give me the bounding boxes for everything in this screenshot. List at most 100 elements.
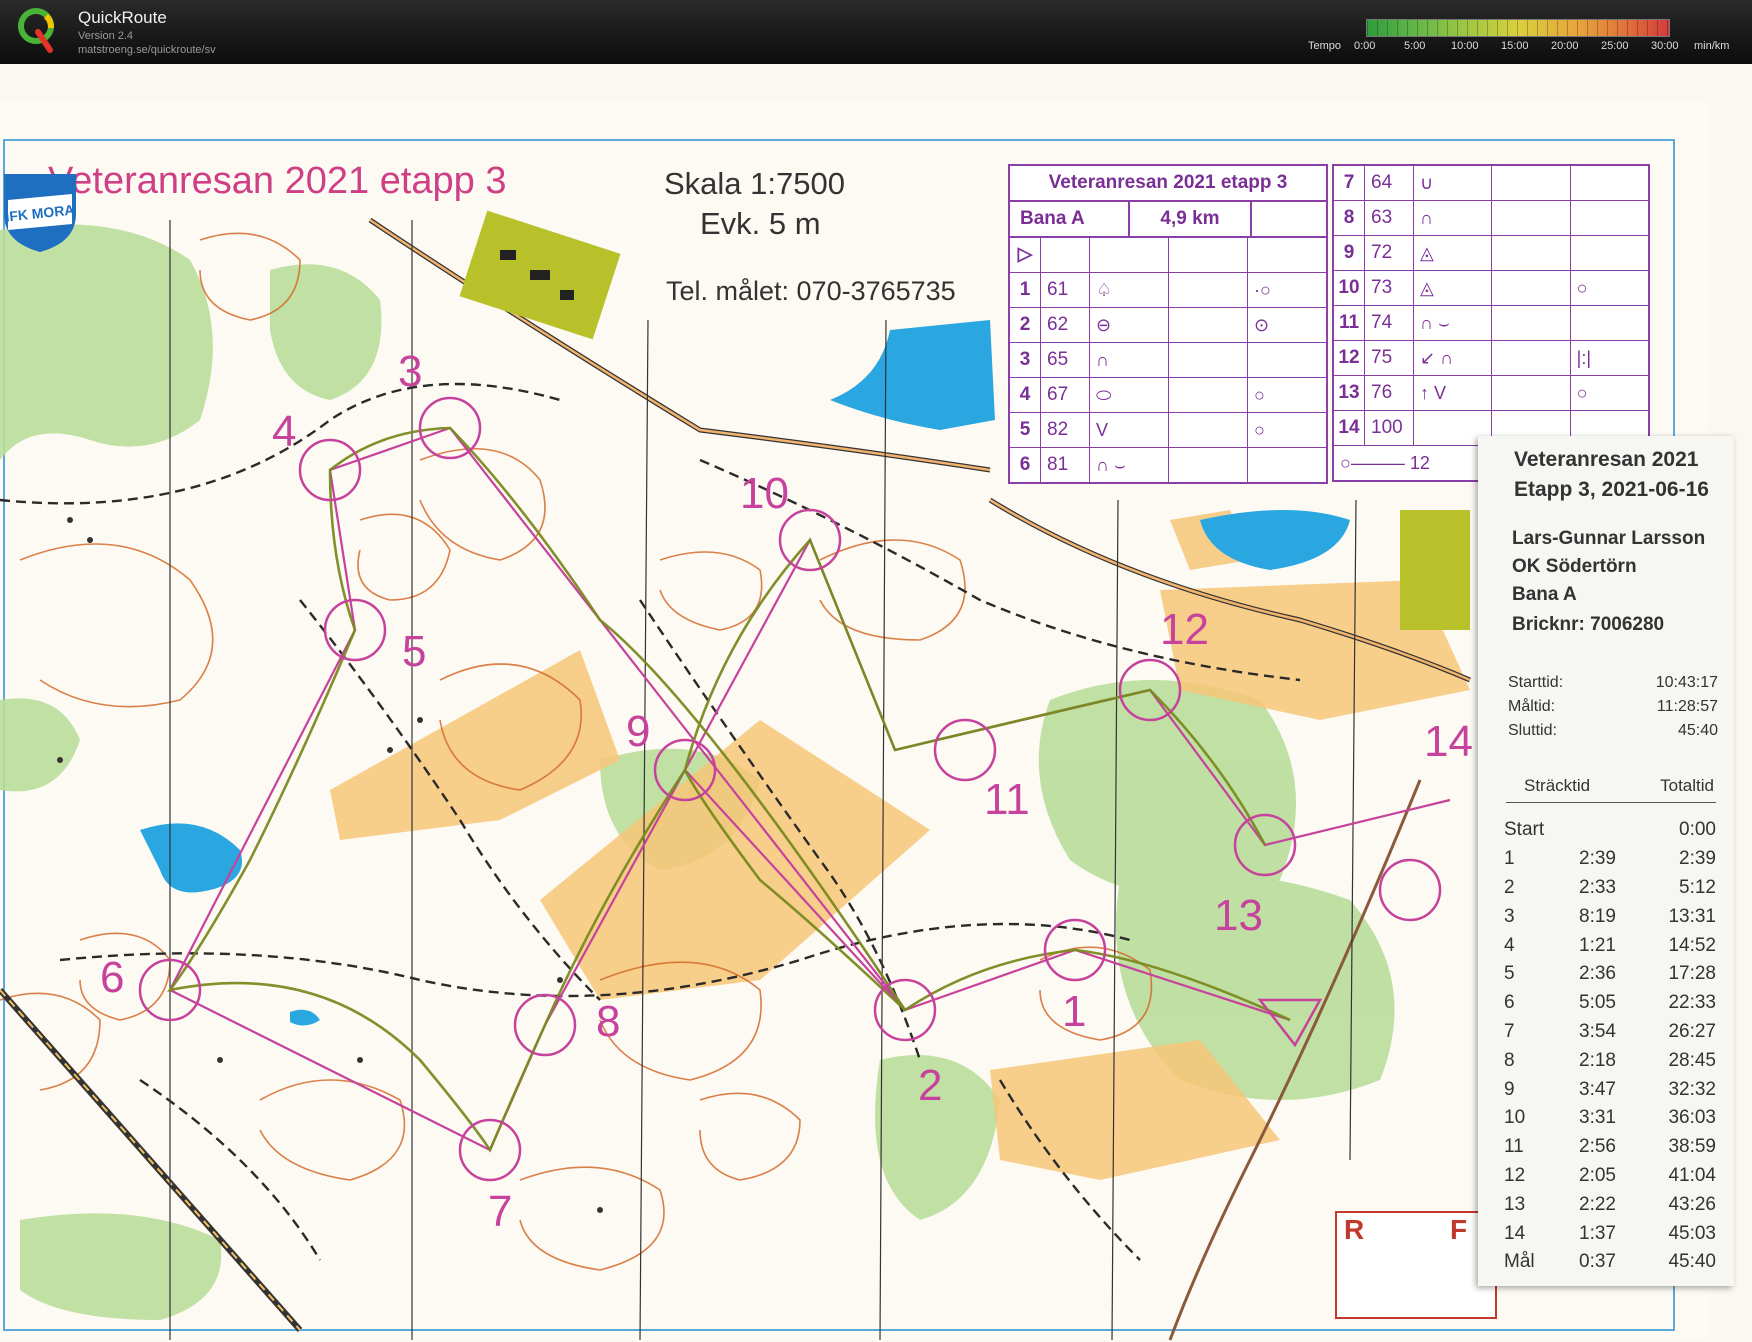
split-ctrl: 13 [1504,1193,1526,1215]
position-symbol-icon: ⊙ [1254,315,1270,335]
description-control-number: 13 [1334,376,1365,410]
position-symbol-icon: |:| [1576,348,1592,368]
split-total: 28:45 [1668,1049,1716,1071]
depression-symbol-icon: V [1090,413,1169,447]
app-title-bar: QuickRoute Version 2.4 matstroeng.se/qui… [0,0,1752,64]
slip-total-header: Totaltid [1660,776,1714,795]
descriptions-row: 11 74 ∩ ⌣ [1334,306,1648,341]
slip-split-list: Start 0:00 1 2:39 2:39 2 2:33 5:12 3 8:19 13:31 4 1:… [1504,816,1716,1277]
split-total: 26:27 [1668,1020,1716,1042]
split-row: 14 1:37 45:03 [1504,1219,1716,1248]
split-ctrl: 5 [1504,963,1515,985]
split-total: 36:03 [1668,1107,1716,1129]
description-control-number: 9 [1334,236,1365,270]
description-control-code: 75 [1365,341,1414,375]
quickroute-logo-icon [18,8,54,53]
split-leg: 2:22 [1579,1193,1616,1215]
map-scale: Skala 1:7500 [664,166,845,201]
control-number: 8 [596,997,621,1046]
description-control-code: 64 [1365,166,1414,200]
split-ctrl: 4 [1504,934,1515,956]
position-symbol-icon: ○ [1254,385,1265,405]
split-total: 0:00 [1679,819,1716,841]
descriptions-row: 10 73 ◬ ○ [1334,271,1648,306]
descriptions-row: 8 63 ∩ [1334,201,1648,236]
position-symbol-icon: ○ [1576,383,1588,403]
orienteering-map[interactable]: Veteranresan 2021 etapp 3 Skala 1:7500 E… [0,64,1752,1342]
split-leg: 3:47 [1579,1078,1616,1100]
description-control-number: 6 [1010,448,1041,482]
split-ctrl: 14 [1504,1222,1526,1244]
boulder-symbol-icon: ◬ [1414,236,1493,270]
split-ctrl: 7 [1504,1020,1515,1042]
split-row: 3 8:19 13:31 [1504,902,1716,931]
slip-result-time: Sluttid: 45:40 [1508,722,1718,740]
slip-column-headers: Sträcktid Totaltid [1524,776,1714,796]
descriptions-row: 9 72 ◬ [1334,236,1648,271]
hill-symbol-icon: ∩ [1414,201,1493,235]
split-total: 43:26 [1668,1193,1716,1215]
description-control-code: 81 [1041,448,1090,482]
boulder-symbol-icon: ⊖ [1090,308,1169,342]
description-control-number: 8 [1334,201,1365,235]
control-descriptions-left: Veteranresan 2021 etapp 3 Bana A 4,9 km … [1008,164,1328,484]
control-descriptions-right: 7 64 ∪ 8 63 ∩ 9 72 ◬ 10 73 ◬ ○ 11 74 ∩ ⌣ … [1332,164,1650,482]
split-total: 38:59 [1668,1136,1716,1158]
description-control-code: 63 [1365,201,1414,235]
split-leg: 0:37 [1579,1251,1616,1273]
slip-course: Bana A [1512,584,1577,605]
split-ctrl: 2 [1504,876,1515,898]
split-total: 22:33 [1668,992,1716,1014]
app-version: Version 2.4 [78,30,134,42]
split-row: 5 2:36 17:28 [1504,960,1716,989]
map-corner-label: F [1450,1214,1468,1245]
description-control-number: 4 [1010,378,1041,412]
descriptions-row: 12 75 ↙ ∩ |:| [1334,341,1648,376]
control-number: 12 [1160,605,1209,654]
split-total: 13:31 [1668,905,1716,927]
description-control-number: 1 [1010,273,1041,307]
descriptions-row: 3 65 ∩ [1010,343,1326,378]
map-corner-label: R [1344,1214,1365,1245]
slip-chip-number: Bricknr: 7006280 [1512,614,1665,635]
description-control-code: 72 [1365,236,1414,270]
position-symbol-icon: ○ [1254,420,1265,440]
tempo-tick: 30:00 [1651,40,1679,52]
split-ctrl: 9 [1504,1078,1515,1100]
app-name: QuickRoute [78,8,167,27]
description-control-number: 10 [1334,271,1365,305]
slip-event: Veteranresan 2021 [1514,448,1699,471]
split-total: 45:40 [1668,1251,1716,1273]
control-number: 4 [272,407,297,456]
split-time-slip: Veteranresan 2021 Etapp 3, 2021-06-16 La… [1478,436,1734,1286]
slip-leg-header: Sträcktid [1524,776,1591,795]
descriptions-row: 13 76 ↑ V ○ [1334,376,1648,411]
knoll-symbol-icon: ·○ [1254,280,1271,300]
tempo-label: Tempo [1308,40,1342,52]
split-leg: 2:36 [1579,963,1616,985]
description-control-number: 11 [1334,306,1365,340]
control-number: 14 [1424,717,1473,766]
descriptions-row: 2 62 ⊖ ⊙ [1010,308,1326,343]
hill-symbol-icon: ∩ ⌣ [1090,448,1169,482]
control-number: 11 [984,775,1030,824]
split-ctrl: Start [1504,819,1545,841]
description-control-number: 2 [1010,308,1041,342]
tempo-tick: 25:00 [1601,40,1629,52]
split-total: 17:28 [1668,963,1716,985]
tree-symbol-icon: ♤ [1090,273,1169,307]
split-row: 11 2:56 38:59 [1504,1133,1716,1162]
descriptions-row: 7 64 ∪ [1334,166,1648,201]
control-number: 3 [398,347,423,396]
control-number: 2 [918,1061,943,1110]
description-control-code: 73 [1365,271,1414,305]
split-ctrl: 6 [1504,992,1515,1014]
description-control-code: 67 [1041,378,1090,412]
slip-result-value: 45:40 [1677,722,1718,739]
descriptions-row: 1 61 ♤ ·○ [1010,273,1326,308]
split-total: 32:32 [1668,1078,1716,1100]
description-control-code: 61 [1041,273,1090,307]
slip-start-time: Starttid: 10:43:17 [1508,674,1718,692]
map-phone: Tel. målet: 070-3765735 [666,276,956,306]
app-url[interactable]: matstroeng.se/quickroute/sv [78,44,216,56]
